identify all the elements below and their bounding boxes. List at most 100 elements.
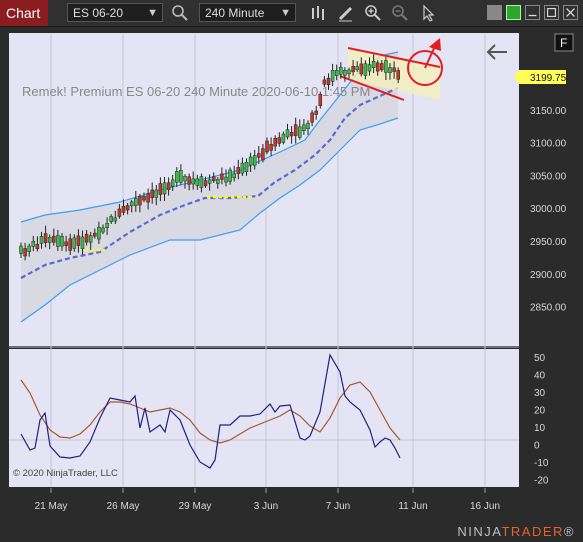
window-green-icon[interactable] bbox=[506, 5, 521, 20]
candle-body bbox=[52, 235, 56, 243]
footer: NINJATRADER® bbox=[0, 522, 583, 542]
candle-body bbox=[265, 140, 269, 153]
candle-body bbox=[375, 62, 380, 72]
candle-body bbox=[146, 193, 150, 203]
candle-body bbox=[121, 205, 126, 213]
search-icon[interactable] bbox=[170, 3, 190, 23]
candle-body bbox=[314, 110, 318, 115]
osc-tick-label: 0 bbox=[534, 441, 540, 452]
time-tick-label: 26 May bbox=[107, 501, 140, 512]
candle-body bbox=[97, 226, 101, 240]
instrument-value: ES 06-20 bbox=[73, 6, 124, 20]
copyright-label: © 2020 NinjaTrader, LLC bbox=[13, 468, 118, 479]
minimize-icon[interactable] bbox=[525, 5, 540, 20]
candle-body bbox=[187, 176, 191, 185]
close-icon[interactable] bbox=[563, 5, 578, 20]
candle-body bbox=[334, 70, 339, 76]
candle-body bbox=[248, 156, 253, 166]
candle-body bbox=[31, 240, 36, 247]
candle-body bbox=[207, 179, 212, 184]
candle-body bbox=[384, 60, 388, 73]
candle-body bbox=[347, 69, 351, 75]
candle-body bbox=[56, 235, 60, 247]
window-gray-icon[interactable] bbox=[487, 5, 502, 20]
instrument-selector[interactable]: ES 06-20 ▼ bbox=[67, 3, 163, 22]
maximize-icon[interactable] bbox=[544, 5, 559, 20]
candle-body bbox=[392, 67, 396, 72]
candle-body bbox=[47, 237, 52, 243]
candle-body bbox=[330, 70, 335, 82]
toolbar: Chart ES 06-20 ▼ 240 Minute ▼ bbox=[0, 0, 583, 27]
osc-axis[interactable] bbox=[520, 349, 583, 487]
candle-body bbox=[27, 245, 31, 252]
chevron-down-icon: ▼ bbox=[147, 7, 158, 19]
candle-body bbox=[310, 112, 314, 123]
candle-body bbox=[298, 126, 302, 138]
candle-body bbox=[109, 216, 113, 222]
candle-body bbox=[371, 60, 376, 68]
candle-body bbox=[162, 182, 167, 195]
candle-body bbox=[216, 179, 220, 184]
bar-style-icon[interactable] bbox=[309, 3, 329, 23]
candle-body bbox=[261, 148, 265, 161]
brand-logo: NINJATRADER® bbox=[457, 524, 575, 539]
oscillator-panel[interactable] bbox=[9, 349, 519, 487]
candle-body bbox=[76, 235, 81, 246]
candle-body bbox=[134, 198, 138, 206]
candle-body bbox=[88, 235, 93, 243]
candle-body bbox=[240, 162, 245, 174]
osc-tick-label: -20 bbox=[534, 476, 549, 487]
candle-body bbox=[396, 70, 400, 80]
candle-body bbox=[129, 201, 134, 207]
candle-body bbox=[170, 179, 175, 187]
candle-body bbox=[244, 162, 249, 172]
price-tick-label: 3000.00 bbox=[530, 204, 567, 215]
candle-body bbox=[351, 66, 355, 73]
panel-toggle-button[interactable]: F bbox=[554, 33, 574, 52]
chart-tab[interactable]: Chart bbox=[0, 0, 48, 26]
candle-body bbox=[19, 245, 23, 254]
candle-body bbox=[199, 176, 204, 188]
candle-body bbox=[367, 64, 372, 72]
osc-tick-label: 30 bbox=[534, 388, 546, 399]
zoom-in-icon[interactable] bbox=[363, 3, 383, 23]
candle-body bbox=[355, 66, 359, 71]
pointer-icon[interactable] bbox=[418, 3, 438, 23]
candle-body bbox=[142, 196, 146, 201]
candle-body bbox=[211, 176, 216, 181]
interval-value: 240 Minute bbox=[205, 6, 265, 20]
candle-body bbox=[154, 189, 159, 198]
candle-body bbox=[236, 167, 241, 174]
price-tick-label: 3100.00 bbox=[530, 139, 567, 150]
candle-body bbox=[138, 196, 142, 206]
osc-tick-label: -10 bbox=[534, 458, 549, 469]
candle-body bbox=[343, 70, 347, 76]
time-tick-label: 3 Jun bbox=[254, 501, 278, 512]
price-tick-label: 3150.00 bbox=[530, 106, 567, 117]
candle-body bbox=[232, 173, 236, 179]
candle-body bbox=[273, 137, 277, 147]
candle-body bbox=[113, 217, 118, 222]
interval-selector[interactable]: 240 Minute ▼ bbox=[199, 3, 296, 22]
candle-body bbox=[68, 238, 72, 251]
zoom-out-icon[interactable] bbox=[390, 3, 410, 23]
time-tick-label: 21 May bbox=[35, 501, 68, 512]
candle-body bbox=[289, 131, 294, 137]
candle-body bbox=[191, 178, 195, 185]
candle-body bbox=[252, 155, 257, 166]
candle-body bbox=[195, 178, 200, 186]
candle-body bbox=[150, 189, 154, 198]
time-tick-label: 11 Jun bbox=[398, 501, 427, 512]
price-tick-label: 2850.00 bbox=[530, 303, 567, 314]
candle-body bbox=[125, 205, 130, 211]
candle-body bbox=[117, 208, 122, 217]
panel-toggle-label: F bbox=[560, 36, 567, 50]
candle-body bbox=[93, 232, 97, 237]
price-tick-label: 3050.00 bbox=[530, 171, 567, 182]
chart-area[interactable]: 3150.00 3100.00 3050.00 3000.00 2950.00 2900.… bbox=[0, 27, 583, 522]
candle-body bbox=[285, 129, 290, 138]
candle-body bbox=[80, 236, 85, 249]
candle-body bbox=[39, 236, 44, 244]
drawing-tool-icon[interactable] bbox=[336, 3, 356, 23]
time-tick-label: 16 Jun bbox=[470, 501, 500, 512]
